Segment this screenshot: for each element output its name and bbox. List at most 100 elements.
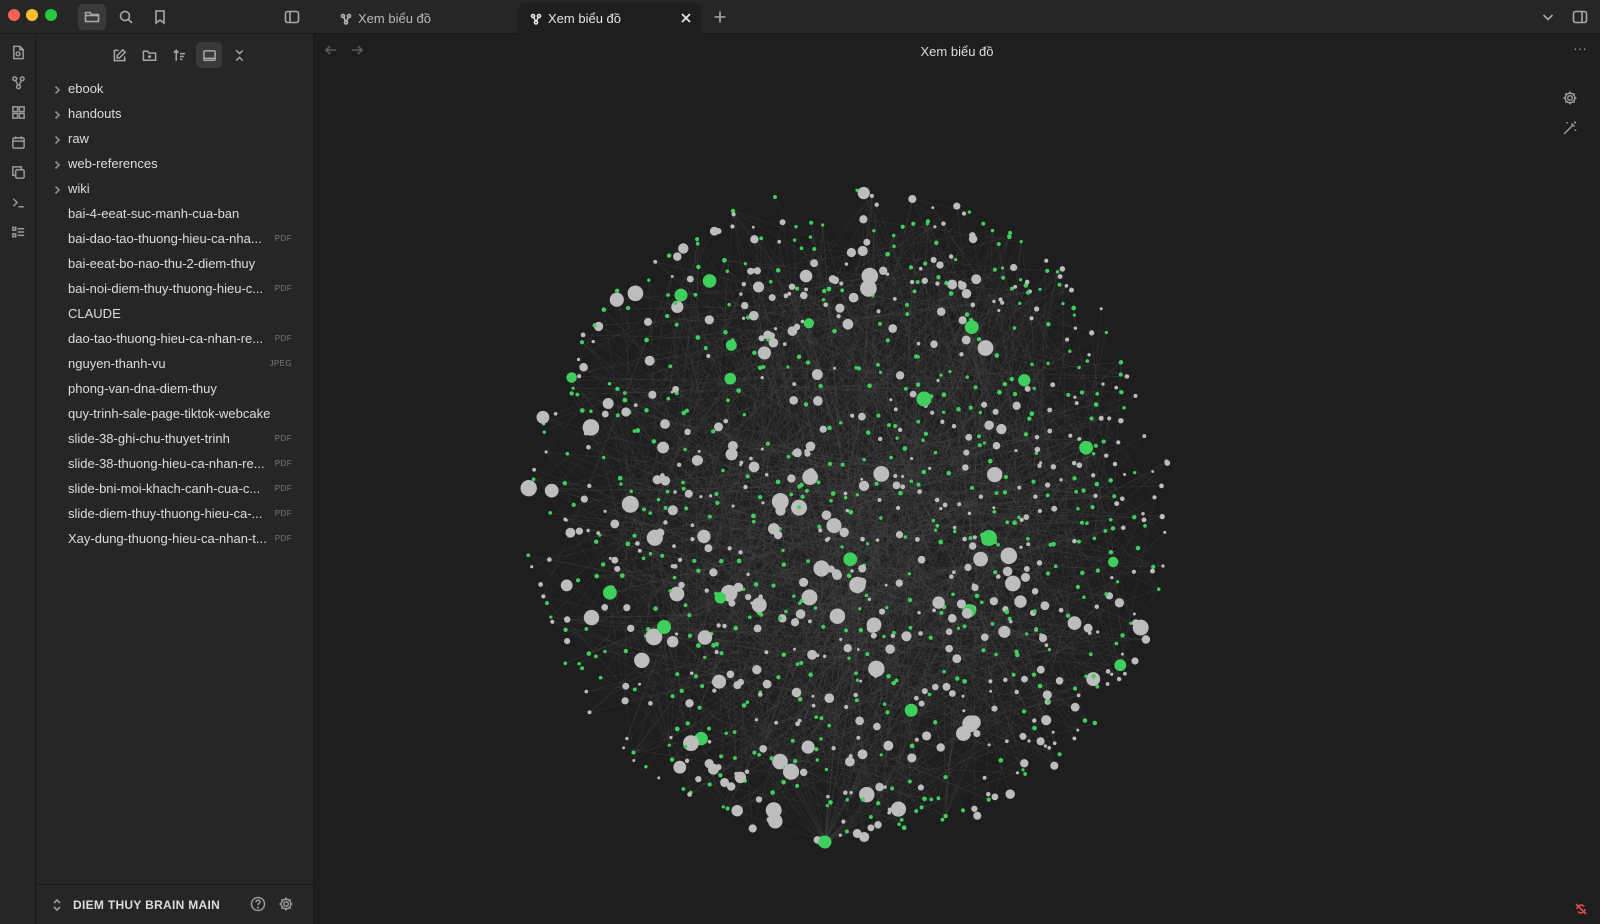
graph-node[interactable]: [968, 405, 973, 410]
graph-node[interactable]: [795, 609, 806, 619]
graph-node[interactable]: [857, 749, 868, 760]
graph-node[interactable]: [1032, 609, 1037, 614]
tree-file[interactable]: slide-38-thuong-hieu-ca-nhan-re... PDF: [36, 451, 314, 476]
graph-node[interactable]: [990, 622, 995, 626]
graph-node[interactable]: [921, 277, 928, 284]
graph-node[interactable]: [915, 537, 920, 542]
graph-node[interactable]: [731, 804, 743, 817]
graph-node[interactable]: [885, 710, 890, 715]
graph-node[interactable]: [965, 433, 973, 441]
graph-node[interactable]: [696, 264, 701, 270]
graph-node[interactable]: [714, 649, 719, 655]
graph-node[interactable]: [1033, 306, 1040, 312]
graph-node[interactable]: [1095, 684, 1100, 689]
graph-node[interactable]: [1075, 584, 1080, 590]
graph-node[interactable]: [622, 397, 628, 403]
graph-node[interactable]: [895, 531, 904, 539]
graph-node[interactable]: [1108, 478, 1113, 483]
graph-node[interactable]: [1094, 604, 1100, 609]
graph-node[interactable]: [1023, 432, 1029, 437]
graph-node[interactable]: [1032, 725, 1037, 731]
graph-node[interactable]: [882, 634, 886, 639]
graph-node[interactable]: [961, 211, 967, 216]
graph-node[interactable]: [816, 480, 821, 485]
graph-node[interactable]: [795, 783, 800, 788]
graph-node[interactable]: [583, 431, 589, 436]
graph-node[interactable]: [797, 505, 802, 510]
graph-node[interactable]: [1164, 459, 1169, 464]
graph-node[interactable]: [1132, 619, 1140, 627]
vault-switcher[interactable]: DIEM THUY BRAIN MAIN: [36, 884, 314, 924]
graph-canvas[interactable]: [314, 68, 1600, 924]
graph-node[interactable]: [877, 498, 882, 502]
graph-node[interactable]: [1163, 530, 1167, 534]
graph-node[interactable]: [757, 346, 771, 360]
tree-folder[interactable]: ebook: [36, 76, 314, 101]
graph-node[interactable]: [893, 423, 898, 429]
graph-node[interactable]: [1129, 621, 1133, 625]
graph-node[interactable]: [967, 511, 972, 516]
graph-node[interactable]: [839, 281, 844, 286]
graph-node[interactable]: [1012, 401, 1021, 410]
graph-node[interactable]: [652, 475, 662, 485]
graph-node[interactable]: [847, 656, 851, 660]
graph-node[interactable]: [530, 565, 534, 569]
graph-node[interactable]: [531, 477, 536, 482]
graph-node[interactable]: [994, 491, 999, 496]
tree-file[interactable]: bai-4-eeat-suc-manh-cua-ban: [36, 201, 314, 226]
graph-node[interactable]: [918, 700, 925, 707]
graph-node[interactable]: [782, 763, 800, 780]
graph-node[interactable]: [591, 339, 595, 344]
graph-node[interactable]: [666, 396, 671, 401]
graph-node[interactable]: [687, 613, 692, 618]
graph-node[interactable]: [826, 794, 830, 799]
graph-node[interactable]: [845, 797, 849, 802]
graph-node[interactable]: [831, 746, 836, 751]
graph-node[interactable]: [770, 790, 775, 795]
graph-node[interactable]: [793, 323, 801, 331]
graph-node[interactable]: [1013, 284, 1018, 289]
graph-node[interactable]: [862, 457, 866, 462]
graph-node[interactable]: [928, 466, 932, 470]
graph-node[interactable]: [895, 579, 903, 587]
graph-node[interactable]: [843, 790, 848, 795]
graph-node[interactable]: [707, 514, 712, 519]
graph-node[interactable]: [1023, 565, 1030, 572]
graph-node[interactable]: [973, 385, 978, 390]
graph-node[interactable]: [932, 683, 939, 691]
graph-node[interactable]: [1150, 568, 1155, 574]
graph-node[interactable]: [964, 312, 970, 317]
graph-node[interactable]: [789, 395, 798, 405]
minimize-window-button[interactable]: [26, 9, 38, 21]
graph-node[interactable]: [854, 587, 861, 594]
graph-node[interactable]: [939, 506, 943, 511]
graph-node[interactable]: [901, 631, 912, 642]
graph-node[interactable]: [1122, 406, 1126, 410]
graph-node[interactable]: [895, 505, 901, 511]
graph-node[interactable]: [829, 696, 834, 701]
graph-node[interactable]: [1050, 382, 1056, 388]
graph-node[interactable]: [679, 688, 684, 694]
graph-node[interactable]: [1047, 647, 1052, 652]
graph-node[interactable]: [778, 616, 782, 621]
graph-node[interactable]: [800, 319, 805, 324]
graph-node[interactable]: [663, 520, 668, 525]
graph-node[interactable]: [657, 776, 661, 780]
graph-node[interactable]: [726, 398, 730, 403]
daily-note-button[interactable]: [6, 130, 30, 154]
graph-node[interactable]: [948, 369, 952, 374]
graph-node[interactable]: [951, 592, 955, 597]
graph-node[interactable]: [874, 821, 882, 829]
graph-node[interactable]: [789, 492, 794, 497]
graph-node[interactable]: [1034, 446, 1041, 453]
graph-node[interactable]: [992, 509, 997, 514]
graph-node[interactable]: [1009, 376, 1014, 382]
graph-node[interactable]: [765, 441, 770, 446]
graph-node[interactable]: [807, 619, 812, 624]
new-tab-button[interactable]: [706, 4, 734, 30]
graph-node[interactable]: [1058, 607, 1064, 613]
graph-node[interactable]: [1002, 566, 1013, 577]
graph-node[interactable]: [1012, 520, 1017, 526]
graph-node[interactable]: [791, 687, 802, 698]
graph-node[interactable]: [796, 354, 802, 360]
